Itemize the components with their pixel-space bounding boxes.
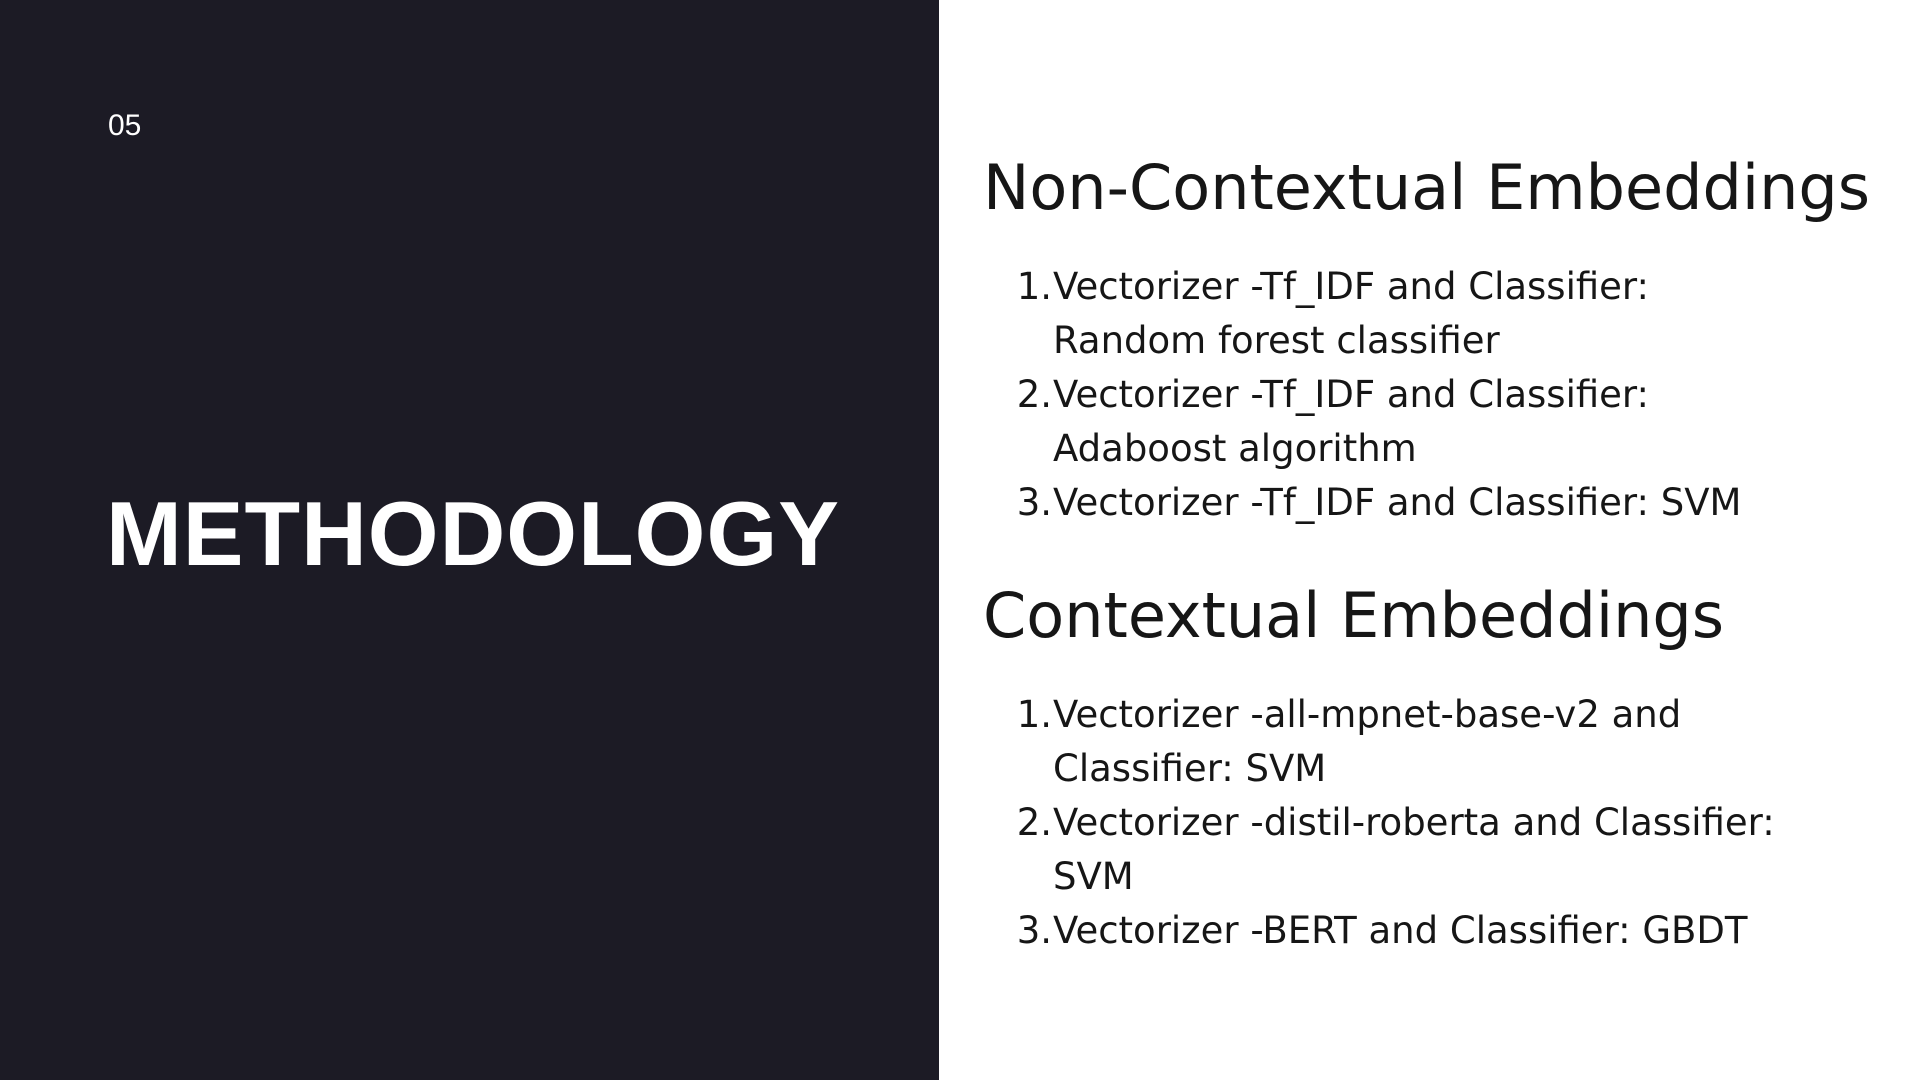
slide-number: 05 (108, 109, 142, 142)
list-item: 2. Vectorizer -Tf_IDF and Classifier: Ad… (983, 368, 1863, 476)
list-item-text: Vectorizer -BERT and Classifier: GBDT (1053, 909, 1748, 952)
right-panel: Non-Contextual Embeddings 1. Vectorizer … (939, 0, 1920, 1080)
contextual-heading: Contextual Embeddings (983, 579, 1725, 652)
list-item: 3. Vectorizer -Tf_IDF and Classifier: SV… (983, 476, 1863, 530)
list-item-text: Vectorizer -distil-roberta and Classifie… (1053, 801, 1775, 898)
list-item-text: Vectorizer -all-mpnet-base-v2 and Classi… (1053, 693, 1682, 790)
non-contextual-list: 1. Vectorizer -Tf_IDF and Classifier: Ra… (983, 260, 1913, 530)
list-item-number: 3. (1016, 481, 1052, 524)
content-area: Non-Contextual Embeddings 1. Vectorizer … (983, 142, 1913, 958)
list-item-text: Vectorizer -Tf_IDF and Classifier: Adabo… (1053, 373, 1649, 470)
list-item: 3. Vectorizer -BERT and Classifier: GBDT (983, 904, 1863, 958)
list-item-number: 3. (1016, 909, 1052, 952)
list-item-number: 1. (1016, 265, 1052, 308)
list-item-number: 2. (1016, 373, 1052, 416)
slide: 05 METHODOLOGY Non-Contextual Embeddings… (0, 0, 1920, 1080)
section-title: METHODOLOGY (106, 484, 840, 585)
list-item-number: 2. (1016, 801, 1052, 844)
list-item: 2. Vectorizer -distil-roberta and Classi… (983, 796, 1863, 904)
left-panel: 05 METHODOLOGY (0, 0, 939, 1080)
non-contextual-heading: Non-Contextual Embeddings (983, 151, 1871, 224)
list-item: 1. Vectorizer -all-mpnet-base-v2 and Cla… (983, 688, 1863, 796)
contextual-list: 1. Vectorizer -all-mpnet-base-v2 and Cla… (983, 688, 1913, 958)
list-item: 1. Vectorizer -Tf_IDF and Classifier: Ra… (983, 260, 1863, 368)
list-item-number: 1. (1016, 693, 1052, 736)
list-item-text: Vectorizer -Tf_IDF and Classifier: SVM (1053, 481, 1742, 524)
list-item-text: Vectorizer -Tf_IDF and Classifier: Rando… (1053, 265, 1649, 362)
